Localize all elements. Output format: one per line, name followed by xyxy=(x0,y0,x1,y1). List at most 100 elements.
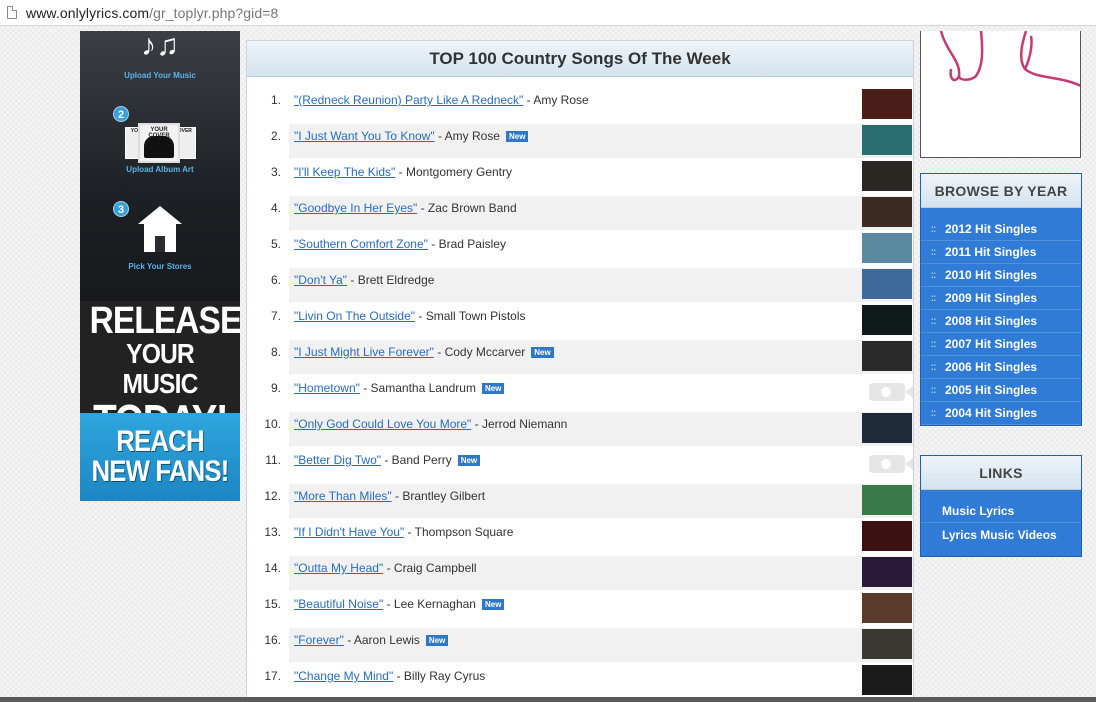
song-title-link[interactable]: "Outta My Head" xyxy=(294,561,383,575)
video-camera-icon xyxy=(869,455,913,473)
video-thumbnail[interactable] xyxy=(862,665,912,695)
song-rank: 1. xyxy=(270,93,281,107)
song-artist: - Brad Paisley xyxy=(427,237,506,251)
year-link-label: 2008 Hit Singles xyxy=(945,314,1038,328)
song-title-link[interactable]: "I Just Want You To Know" xyxy=(294,129,435,143)
video-thumbnail[interactable] xyxy=(862,305,912,335)
video-thumbnail[interactable] xyxy=(862,89,912,119)
song-rank: 2. xyxy=(270,129,281,143)
video-thumbnail[interactable] xyxy=(862,521,912,551)
video-thumbnail[interactable] xyxy=(862,413,912,443)
video-thumbnail[interactable] xyxy=(862,629,912,659)
ad-step-label: Pick Your Stores xyxy=(128,262,192,271)
sidebar-link[interactable]: Lyrics Music Videos xyxy=(921,523,1081,546)
year-link-label: 2012 Hit Singles xyxy=(945,222,1038,236)
song-title-link[interactable]: "Better Dig Two" xyxy=(294,453,381,467)
url-host: www.onlylyrics.com xyxy=(26,4,150,21)
year-link[interactable]: :: 2007 Hit Singles xyxy=(921,333,1081,356)
song-row: 12. "More Than Miles" - Brantley Gilbert xyxy=(247,484,913,520)
ad-step-upload-music: ♪♫ Upload Your Music xyxy=(80,31,240,80)
song-title-link[interactable]: "Southern Comfort Zone" xyxy=(294,237,428,251)
url-text[interactable]: www.onlylyrics.com/gr_toplyr.php?gid=8 xyxy=(26,5,278,21)
song-title-link[interactable]: "Don't Ya" xyxy=(294,273,347,287)
reach-fans-headline: REACH NEW FANS! xyxy=(80,413,240,501)
top-songs-panel: TOP 100 Country Songs Of The Week 1. "(Re… xyxy=(246,40,914,702)
song-title-link[interactable]: "More Than Miles" xyxy=(294,489,392,503)
year-link[interactable]: :: 2004 Hit Singles xyxy=(921,402,1081,425)
song-info: "If I Didn't Have You" - Thompson Square xyxy=(294,525,513,539)
song-title-link[interactable]: "I Just Might Live Forever" xyxy=(294,345,434,359)
song-title-link[interactable]: "I'll Keep The Kids" xyxy=(294,165,395,179)
video-thumbnail[interactable] xyxy=(862,197,912,227)
song-row: 11. "Better Dig Two" - Band Perry New xyxy=(247,448,913,484)
song-rank: 12. xyxy=(264,489,281,503)
year-link[interactable]: :: 2008 Hit Singles xyxy=(921,310,1081,333)
song-title-link[interactable]: "(Redneck Reunion) Party Like A Redneck" xyxy=(294,93,523,107)
song-rank: 16. xyxy=(264,633,281,647)
song-rank: 11. xyxy=(265,453,281,467)
year-link[interactable]: :: 2011 Hit Singles xyxy=(921,241,1081,264)
links-box: LINKS Music Lyrics Lyrics Music Videos xyxy=(920,455,1082,557)
video-thumbnail[interactable] xyxy=(862,161,912,191)
new-badge: New xyxy=(531,347,554,358)
year-link[interactable]: :: 2010 Hit Singles xyxy=(921,264,1081,287)
year-link[interactable]: :: 2006 Hit Singles xyxy=(921,356,1081,379)
url-path: /gr_toplyr.php?gid=8 xyxy=(149,4,279,21)
song-artist: - Thompson Square xyxy=(404,525,514,539)
song-rank: 8. xyxy=(270,345,281,359)
video-thumbnail[interactable] xyxy=(862,233,912,263)
bullet-dots-icon: :: xyxy=(930,246,937,258)
browse-by-year-title: BROWSE BY YEAR xyxy=(934,182,1068,199)
song-rank: 9. xyxy=(270,381,281,395)
song-title-link[interactable]: "Forever" xyxy=(294,633,344,647)
song-row: 8. "I Just Might Live Forever" - Cody Mcc… xyxy=(247,340,913,376)
reach-line-1: REACH xyxy=(116,425,204,458)
bullet-dots-icon: :: xyxy=(930,361,937,373)
reach-line-2: NEW FANS! xyxy=(91,455,229,488)
year-link[interactable]: :: 2005 Hit Singles xyxy=(921,379,1081,402)
bullet-dots-icon: :: xyxy=(930,315,937,327)
video-thumbnail[interactable] xyxy=(862,341,912,371)
song-title-link[interactable]: "Beautiful Noise" xyxy=(294,597,383,611)
song-info: "I Just Might Live Forever" - Cody Mccar… xyxy=(294,345,554,359)
bullet-dots-icon: :: xyxy=(930,269,937,281)
song-info: "Change My Mind" - Billy Ray Cyrus xyxy=(294,669,485,683)
page-icon xyxy=(7,6,17,19)
song-title-link[interactable]: "If I Didn't Have You" xyxy=(294,525,404,539)
song-artist: - Band Perry xyxy=(381,453,452,467)
sidebar-link[interactable]: Music Lyrics xyxy=(921,500,1081,523)
ad-step-label: Upload Your Music xyxy=(124,71,196,80)
right-ad-box[interactable] xyxy=(920,31,1081,158)
song-title-link[interactable]: "Goodbye In Her Eyes" xyxy=(294,201,417,215)
video-thumbnail[interactable] xyxy=(862,125,912,155)
song-info: "Beautiful Noise" - Lee Kernaghan New xyxy=(294,597,505,611)
song-list: 1. "(Redneck Reunion) Party Like A Rednec… xyxy=(247,88,913,700)
year-link-label: 2011 Hit Singles xyxy=(945,245,1037,259)
release-music-banner-ad[interactable]: ♪♫ Upload Your Music 2 YOUR COVER YOUR C… xyxy=(80,31,240,501)
new-badge: New xyxy=(425,635,449,646)
video-thumbnail[interactable] xyxy=(862,485,912,515)
song-row: 6. "Don't Ya" - Brett Eldredge xyxy=(247,268,913,304)
video-thumbnail[interactable] xyxy=(862,557,912,587)
song-row: 13. "If I Didn't Have You" - Thompson Squ… xyxy=(247,520,913,556)
links-header: LINKS xyxy=(921,456,1081,490)
year-link[interactable]: :: 2012 Hit Singles xyxy=(921,218,1081,241)
song-row: 2. "I Just Want You To Know" - Amy Rose Ne… xyxy=(247,124,913,160)
song-row: 10. "Only God Could Love You More" - Jerr… xyxy=(247,412,913,448)
door xyxy=(155,236,165,252)
bullet-dots-icon: :: xyxy=(930,407,937,419)
cover-main: YOUR COVER xyxy=(138,123,180,163)
video-thumbnail[interactable] xyxy=(862,593,912,623)
release-line-2: YOUR MUSIC xyxy=(122,338,198,399)
song-row: 4. "Goodbye In Her Eyes" - Zac Brown Band xyxy=(247,196,913,232)
song-row: 7. "Livin On The Outside" - Small Town Pi… xyxy=(247,304,913,340)
song-rank: 13. xyxy=(264,525,281,539)
year-link[interactable]: :: 2009 Hit Singles xyxy=(921,287,1081,310)
song-title-link[interactable]: "Hometown" xyxy=(294,381,360,395)
song-title-link[interactable]: "Livin On The Outside" xyxy=(294,309,415,323)
song-title-link[interactable]: "Change My Mind" xyxy=(294,669,393,683)
song-artist: - Small Town Pistols xyxy=(415,309,526,323)
browser-address-bar[interactable]: www.onlylyrics.com/gr_toplyr.php?gid=8 xyxy=(0,0,1096,26)
song-title-link[interactable]: "Only God Could Love You More" xyxy=(294,417,471,431)
video-thumbnail[interactable] xyxy=(862,269,912,299)
